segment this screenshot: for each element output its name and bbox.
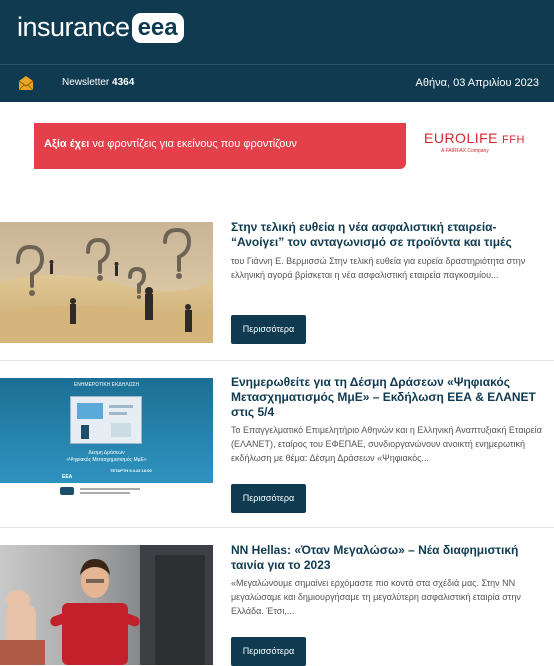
article-thumbnail-question-marks[interactable] bbox=[0, 222, 213, 343]
read-more-button[interactable]: Περισσότερα bbox=[231, 484, 306, 513]
thumb-screen bbox=[77, 403, 103, 419]
eurolife-ad-banner[interactable]: Αξία έχει να φροντίζεις για εκείνους που… bbox=[34, 123, 406, 169]
brand-suffix: FFH bbox=[502, 134, 525, 146]
article-excerpt: του Γιάννη Ε. Βερμισσώ Στην τελική ευθεί… bbox=[231, 256, 526, 280]
banner-text: Αξία έχει να φροντίζεις για εκείνους που… bbox=[44, 138, 297, 150]
article-title[interactable]: NN Hellas: «Όταν Μεγαλώσω» – Νέα διαφημι… bbox=[231, 543, 541, 573]
thumb-illustration bbox=[70, 396, 142, 444]
article-item: ΕΝΗΜΕΡΩΤΙΚΗ ΕΚΔΗΛΩΣΗ Δέσμη Δράσεων «Ψηφι… bbox=[0, 375, 554, 525]
thumb-line bbox=[109, 405, 133, 408]
read-more-button[interactable]: Περισσότερα bbox=[231, 315, 306, 344]
thumb-footer-logo bbox=[60, 487, 74, 495]
thumb-footer bbox=[0, 483, 213, 499]
banner-text-rest: να φροντίζεις για εκείνους που φροντίζου… bbox=[92, 138, 297, 150]
banner-text-bold: Αξία έχει bbox=[44, 138, 90, 150]
newsletter-label: Newsletter bbox=[62, 77, 110, 88]
insurance-eea-logo[interactable]: insurance eea bbox=[17, 12, 184, 43]
newsletter-number: Newsletter 4364 bbox=[62, 77, 134, 88]
thumb-line bbox=[109, 412, 127, 415]
thumb-title: Δέσμη Δράσεων «Ψηφιακός Μετασχηματισμός … bbox=[0, 450, 213, 464]
divider bbox=[0, 527, 554, 528]
thumb-header: ΕΝΗΜΕΡΩΤΙΚΗ ΕΚΔΗΛΩΣΗ bbox=[73, 382, 140, 388]
header: insurance eea bbox=[0, 0, 554, 64]
thumb-footer-line bbox=[80, 488, 140, 490]
eurolife-logo[interactable]: EUROLIFE FFH A FAIRFAX Company bbox=[424, 130, 525, 154]
thumb-footer-line bbox=[80, 492, 130, 494]
brand-name: EUROLIFE bbox=[424, 130, 499, 146]
article-excerpt: Το Επαγγελματικό Επιμελητήριο Αθηνών και… bbox=[231, 425, 542, 463]
article-item: Στην τελική ευθεία η νέα ασφαλιστική ετα… bbox=[0, 220, 554, 360]
envelope-icon bbox=[18, 76, 34, 91]
newsletter-issue: 4364 bbox=[112, 77, 135, 88]
thumb-when: ΤΕΤΑΡΤΗ 5.4.23 16:00 bbox=[110, 468, 152, 473]
brand-main: EUROLIFE FFH bbox=[424, 130, 525, 146]
article-thumbnail-event[interactable]: ΕΝΗΜΕΡΩΤΙΚΗ ΕΚΔΗΛΩΣΗ Δέσμη Δράσεων «Ψηφι… bbox=[0, 378, 213, 499]
thumb-line1: Δέσμη Δράσεων bbox=[88, 450, 125, 456]
logo-box: eea bbox=[131, 12, 184, 43]
issue-date: Αθήνα, 03 Απριλίου 2023 bbox=[415, 77, 539, 89]
article-title[interactable]: Στην τελική ευθεία η νέα ασφαλιστική ετα… bbox=[231, 220, 541, 250]
thumb-line2: «Ψηφιακός Μετασχηματισμός ΜμΕ» bbox=[66, 457, 147, 463]
article-excerpt: «Μεγαλώνουμε σημαίνει ερχόμαστε πιο κοντ… bbox=[231, 578, 521, 616]
brand-sub: A FAIRFAX Company bbox=[441, 148, 489, 154]
logo-text: insurance bbox=[17, 12, 130, 42]
article-item: NN Hellas: «Όταν Μεγαλώσω» – Νέα διαφημι… bbox=[0, 543, 554, 666]
divider bbox=[0, 360, 554, 361]
article-thumbnail-nn-ad[interactable] bbox=[0, 545, 213, 665]
read-more-button[interactable]: Περισσότερα bbox=[231, 637, 306, 666]
thumb-person bbox=[81, 425, 89, 439]
thumb-where: ΕΕΑ bbox=[62, 474, 73, 480]
thumb-chart bbox=[111, 423, 131, 437]
newsletter-bar: Newsletter 4364 Αθήνα, 03 Απριλίου 2023 bbox=[0, 64, 554, 102]
article-title[interactable]: Ενημερωθείτε για τη Δέσμη Δράσεων «Ψηφια… bbox=[231, 375, 541, 420]
